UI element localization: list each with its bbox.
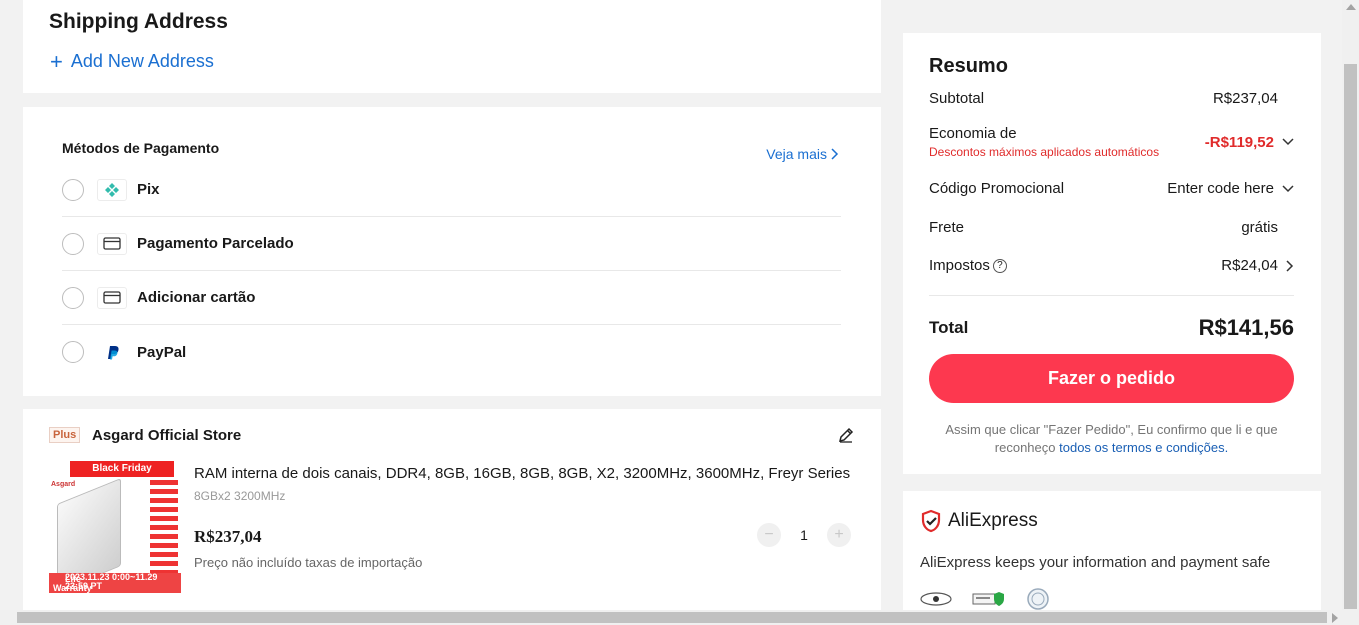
place-order-button[interactable]: Fazer o pedido — [929, 354, 1294, 403]
radio-installment[interactable] — [62, 232, 84, 255]
vertical-scrollbar[interactable] — [1342, 0, 1359, 610]
trust-panel: AliExpress AliExpress keeps your informa… — [903, 491, 1321, 625]
total-label: Total — [929, 318, 969, 337]
scroll-up-arrow-icon[interactable] — [1346, 4, 1356, 10]
horizontal-scroll-thumb[interactable] — [17, 612, 1327, 623]
payment-label-add-card: Adicionar cartão — [137, 289, 256, 306]
promo-code-row[interactable]: Código Promocional Enter code here — [929, 180, 1294, 197]
aliexpress-brand: AliExpress — [948, 510, 1038, 531]
terms-notice: Assim que clicar "Fazer Pedido", Eu conf… — [939, 421, 1284, 457]
chevron-right-icon — [831, 148, 839, 160]
paypal-icon — [97, 341, 127, 363]
shipping-address-title: Shipping Address — [49, 10, 228, 33]
store-section: Plus Asgard Official Store Black Friday … — [23, 409, 881, 625]
payment-option-pix[interactable]: Pix — [62, 163, 841, 217]
radio-pix[interactable] — [62, 178, 84, 201]
payment-methods-section: Métodos de Pagamento Veja mais Pix Pagam… — [23, 107, 881, 396]
card-icon — [97, 232, 127, 255]
tax-label: Impostos — [929, 257, 990, 274]
payment-label-pix: Pix — [137, 181, 160, 198]
total-value: R$141,56 — [1198, 315, 1294, 340]
radio-paypal[interactable] — [62, 341, 84, 363]
warranty-banner: Life Warranty 2023.11.23 0:00~11.29 23:5… — [49, 573, 181, 593]
security-badges — [920, 587, 1050, 611]
see-more-label: Veja mais — [766, 146, 827, 162]
promo-code-input[interactable]: Enter code here — [1167, 180, 1276, 197]
order-summary-panel: Resumo Subtotal R$237,04 Economia de Des… — [903, 33, 1321, 474]
plus-icon: + — [50, 48, 63, 74]
add-new-address-button[interactable]: + Add New Address — [50, 48, 214, 74]
increase-quantity-button[interactable]: + — [827, 523, 851, 547]
payment-option-add-card[interactable]: Adicionar cartão — [62, 271, 841, 325]
shipping-fee-row: Frete grátis — [929, 219, 1294, 236]
decrease-quantity-button[interactable]: − — [757, 523, 781, 547]
add-new-address-label: Add New Address — [70, 51, 214, 71]
chevron-right-icon[interactable] — [1286, 259, 1294, 272]
aliexpress-logo: AliExpress — [920, 509, 1038, 533]
import-tax-note: Preço não incluído taxas de importação — [194, 555, 423, 570]
payment-label-paypal: PayPal — [137, 343, 187, 361]
product-variant: 8GBx2 3200MHz — [194, 489, 286, 503]
subtotal-label: Subtotal — [929, 90, 985, 107]
shield-check-icon — [921, 509, 941, 533]
total-row: Total R$141,56 — [929, 315, 1294, 341]
certification-badge-icon — [1027, 588, 1049, 610]
pix-icon — [97, 178, 127, 201]
see-more-link[interactable]: Veja mais — [766, 146, 839, 162]
radio-add-card[interactable] — [62, 286, 84, 309]
chevron-down-icon[interactable] — [1282, 184, 1294, 193]
savings-sub-label: Descontos máximos aplicados automáticos — [929, 145, 1160, 159]
safety-message: AliExpress keeps your information and pa… — [920, 554, 1271, 571]
subtotal-row: Subtotal R$237,04 — [929, 90, 1294, 107]
product-image-brand: Asgard — [51, 481, 76, 488]
shipping-address-section: Shipping Address + Add New Address — [23, 0, 881, 93]
security-badge-icon — [920, 592, 952, 606]
product-title[interactable]: RAM interna de dois canais, DDR4, 8GB, 1… — [194, 465, 854, 482]
edit-icon[interactable] — [838, 427, 854, 448]
subtotal-value: R$237,04 — [1212, 90, 1278, 107]
black-friday-badge: Black Friday — [70, 461, 174, 477]
product-price: R$237,04 — [194, 527, 262, 546]
tax-row[interactable]: Impostos ? R$24,04 — [929, 257, 1294, 274]
quantity-value: 1 — [800, 527, 808, 543]
horizontal-scrollbar[interactable] — [0, 610, 1359, 625]
shipping-fee-value: grátis — [1241, 219, 1278, 236]
payment-option-paypal[interactable]: PayPal — [62, 325, 841, 379]
store-name: Asgard Official Store — [92, 427, 242, 444]
terms-link[interactable]: todos os termos e condições. — [1059, 440, 1228, 455]
savings-label: Economia de — [929, 125, 1017, 142]
plus-badge: Plus — [49, 427, 81, 443]
shipping-fee-label: Frete — [929, 219, 965, 236]
payment-methods-title: Métodos de Pagamento — [62, 140, 220, 156]
promo-code-label: Código Promocional — [929, 180, 1065, 197]
product-image[interactable]: Black Friday Asgard Life Warranty 2023.1… — [49, 461, 181, 593]
help-icon[interactable]: ? — [992, 258, 1007, 273]
savings-value: -R$119,52 — [1204, 133, 1274, 151]
vertical-scroll-thumb[interactable] — [1344, 64, 1357, 609]
promo-date: 2023.11.23 0:00~11.29 23:59 PT — [65, 572, 158, 591]
product-image-spec-list — [149, 479, 179, 583]
summary-title: Resumo — [929, 55, 1008, 77]
divider — [929, 295, 1294, 296]
tax-value: R$24,04 — [1221, 257, 1278, 274]
chevron-down-icon[interactable] — [1282, 138, 1294, 146]
quantity-stepper: − 1 + — [757, 523, 851, 547]
payment-option-installment[interactable]: Pagamento Parcelado — [62, 217, 841, 271]
verified-badge-icon — [972, 592, 1004, 606]
card-icon — [97, 286, 127, 309]
savings-row[interactable]: Economia de Descontos máximos aplicados … — [929, 125, 1294, 159]
payment-label-installment: Pagamento Parcelado — [137, 235, 294, 252]
scroll-right-arrow-icon[interactable] — [1332, 613, 1338, 623]
